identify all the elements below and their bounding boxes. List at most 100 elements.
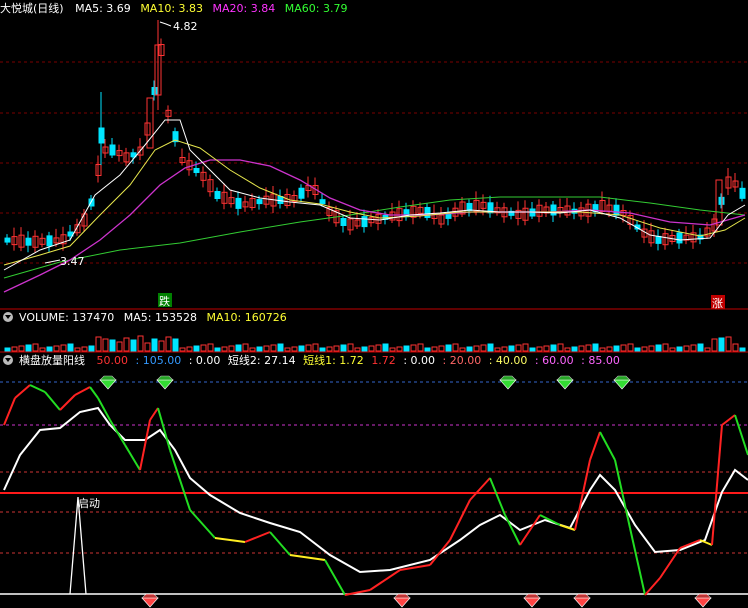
volume-bar [641, 346, 648, 352]
volume-bar [515, 344, 522, 352]
signal-diamond-icon [613, 375, 631, 381]
indicator-segment [44, 391, 61, 411]
candle-body [466, 202, 473, 211]
volume-bar [606, 346, 613, 352]
ma5-value: MA5: 3.69 [75, 2, 131, 15]
volume-bar [655, 344, 662, 352]
main-header: 大悦城(日线) MA5: 3.69 MA10: 3.83 MA20: 3.84 … [0, 1, 353, 17]
volume-bar [739, 347, 746, 352]
indicator-segment [599, 431, 616, 461]
volume-bars [4, 335, 746, 352]
volume-bar [137, 335, 144, 352]
volume-bar [508, 345, 515, 352]
volume-bar [4, 347, 11, 352]
volume-bar [459, 347, 466, 352]
indicator-value: 50.00 [96, 354, 129, 367]
indicator-segment [629, 527, 646, 596]
indicator-segment [289, 554, 326, 561]
indicator-segment [214, 537, 246, 543]
volume-bar [81, 346, 88, 352]
volume-bar [599, 347, 606, 352]
volume-bar [697, 343, 704, 352]
volume-bar [543, 345, 550, 352]
volume-bar [32, 343, 39, 352]
volume-bar [375, 344, 382, 352]
volume-bar [179, 347, 186, 352]
volume-bar [480, 344, 487, 352]
indicator-value: 短线1: 1.72 [303, 354, 364, 367]
indicator-segment [324, 559, 346, 596]
indicator-value: : 40.00 [488, 354, 528, 367]
volume-bar [123, 337, 130, 352]
volume-bar [340, 344, 347, 352]
ma20-value: MA20: 3.84 [212, 2, 276, 15]
candle-body [655, 235, 662, 244]
volume-bar [683, 345, 690, 352]
candle-body [445, 213, 452, 219]
indicator-title[interactable]: 横盘放量阳线 [19, 354, 85, 367]
volume-bar [494, 347, 501, 352]
volume-bar [648, 345, 655, 352]
indicator-value: 短线2: 27.14 [227, 354, 296, 367]
indicator-menu-icon[interactable] [3, 355, 13, 365]
indicator-segment [124, 444, 141, 471]
signal-diamond-icon [141, 597, 159, 608]
indicator-segment [559, 524, 576, 531]
fall-badge-label: 跌 [159, 294, 170, 308]
indicator-segment [89, 386, 99, 399]
volume-bar [200, 344, 207, 352]
indicator-segment [489, 477, 506, 516]
volume-bar [368, 345, 375, 352]
volume-bar [312, 343, 319, 352]
volume-bar [396, 346, 403, 352]
volume-bar [11, 346, 18, 352]
volume-bar [578, 345, 585, 352]
volume-bar [207, 343, 214, 352]
signal-diamond-icon [99, 379, 117, 390]
volume-bar [151, 338, 158, 352]
signal-diamond-icon [499, 375, 517, 381]
volume-bar [235, 344, 242, 352]
volume-bar [165, 336, 172, 352]
volume-bar [193, 345, 200, 352]
indicator-segment [734, 414, 748, 456]
signal-diamond-icon [499, 379, 517, 390]
candle-body [298, 187, 305, 199]
indicator-segment [469, 477, 491, 501]
volume-bar [347, 343, 354, 352]
volume-bar [627, 343, 634, 352]
volume-bar [501, 346, 508, 352]
signal-diamonds [99, 375, 712, 608]
candle-body [25, 237, 32, 246]
volume-bar [620, 344, 627, 352]
candle-body [214, 191, 221, 199]
volume-bar [221, 346, 228, 352]
indicator-segment [504, 514, 521, 546]
indicator-value: 1.72 [371, 354, 396, 367]
volume-bar [18, 345, 25, 352]
stock-title[interactable]: 大悦城(日线) [0, 2, 64, 15]
volume-bar [186, 346, 193, 352]
volume-bar [403, 345, 410, 352]
ma60-value: MA60: 3.79 [284, 2, 348, 15]
ma10-line [3, 139, 746, 266]
indicator-value: : 0.00 [403, 354, 436, 367]
indicator-segment [699, 539, 713, 546]
volume-bar [536, 346, 543, 352]
indicator-segment [74, 386, 91, 396]
candle-body [676, 232, 683, 244]
volume-bar [326, 346, 333, 352]
volume-bar [473, 345, 480, 352]
indicator-segment [189, 509, 216, 539]
volume-bar [270, 344, 277, 352]
volume-bar [53, 345, 60, 352]
volume-bar [228, 345, 235, 352]
volume-bar [424, 347, 431, 352]
main-grid [0, 61, 748, 264]
volume-menu-icon[interactable] [3, 312, 13, 322]
chart-canvas[interactable]: 4.82 3.47 跌 涨 启动 [0, 0, 748, 608]
candle-body [193, 168, 200, 173]
volume-bar [557, 343, 564, 352]
volume-bar [676, 346, 683, 352]
indicator-segment [29, 384, 46, 393]
